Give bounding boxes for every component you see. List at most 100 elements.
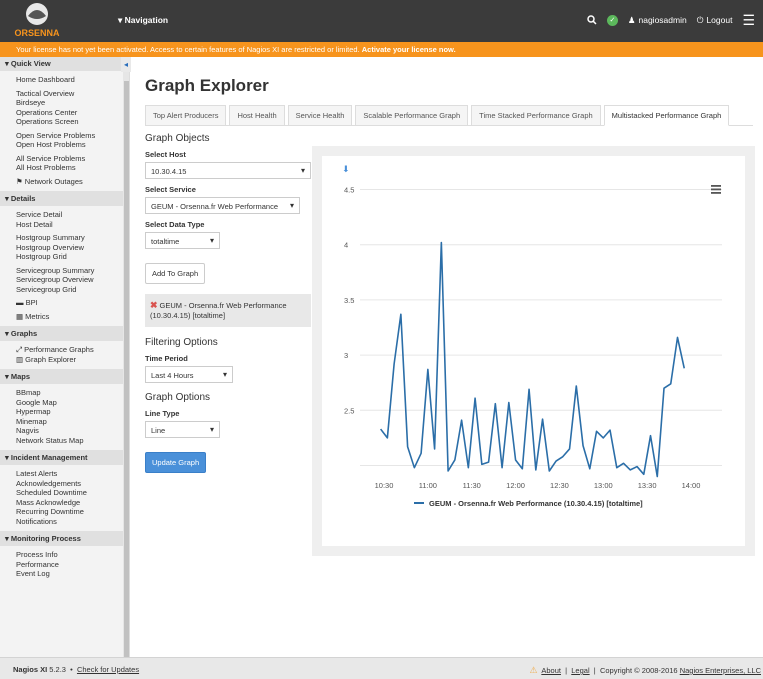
license-text: Your license has not yet been activated.…: [16, 45, 360, 54]
graph-options-panel: Graph Objects Select Host 10.30.4.15 Sel…: [145, 133, 315, 473]
sidebar-item[interactable]: Hypermap: [16, 407, 129, 417]
sidebar-item[interactable]: Host Detail: [16, 220, 129, 230]
sidebar-item[interactable]: Birdseye: [16, 98, 129, 108]
sidebar-section-label: Incident Management: [10, 453, 88, 462]
sidebar-item[interactable]: ▥ Graph Explorer: [16, 355, 129, 365]
sidebar-item[interactable]: Latest Alerts: [16, 469, 129, 479]
tab-multistacked-performance-graph[interactable]: Multistacked Performance Graph: [603, 105, 730, 126]
sidebar-item[interactable]: All Service Problems: [16, 154, 129, 164]
chart-menu-icon[interactable]: [711, 185, 721, 187]
select-host-dropdown[interactable]: 10.30.4.15: [145, 162, 311, 179]
x-tick-label: 10:30: [375, 481, 394, 490]
sidebar-section-quick-view[interactable]: ▾ Quick View: [0, 57, 123, 71]
sidebar-section-details[interactable]: ▾ Details: [0, 191, 123, 206]
navigation-toggle[interactable]: ▾ Navigation: [118, 15, 168, 26]
warning-icon[interactable]: ⚠: [530, 665, 538, 675]
sidebar-section-maps[interactable]: ▾ Maps: [0, 369, 123, 384]
chart-menu-icon[interactable]: [711, 192, 721, 194]
tab-time-stacked-performance-graph[interactable]: Time Stacked Performance Graph: [471, 105, 601, 125]
y-tick-label: 2.5: [344, 406, 354, 415]
sidebar-scrollbar-thumb[interactable]: [124, 81, 129, 657]
time-period-dropdown[interactable]: Last 4 Hours: [145, 366, 233, 383]
sidebar-item[interactable]: ▦ Metrics: [16, 312, 129, 322]
top-navbar: ORSENNA ▾ Navigation ✓ ♟ nagiosadmin ⏻ L…: [0, 0, 763, 42]
chart-panel: 2.5 3 3.5 4 4.5 10:30 11:00 11:30 12:00 12:30 13:0…: [312, 146, 755, 556]
sidebar-item[interactable]: Event Log: [16, 569, 129, 579]
sidebar-item[interactable]: ▬ BPI: [16, 298, 129, 308]
tab-bar: Top Alert Producers Host Health Service He…: [145, 105, 753, 126]
sidebar-item[interactable]: BBmap: [16, 388, 129, 398]
sidebar-item[interactable]: Process Info: [16, 550, 129, 560]
sidebar-item[interactable]: Nagvis: [16, 426, 129, 436]
sidebar-item[interactable]: Operations Screen: [16, 117, 129, 127]
sidebar-item[interactable]: Servicegroup Grid: [16, 285, 129, 295]
graph-options-heading: Graph Options: [145, 392, 211, 403]
sidebar-item[interactable]: Mass Acknowledge: [16, 498, 129, 508]
sidebar-item[interactable]: ⤢ Performance Graphs: [16, 345, 129, 355]
sidebar: ▾ Quick View Home Dashboard Tactical Overv…: [0, 57, 130, 657]
license-banner: Your license has not yet been activated.…: [0, 42, 763, 57]
sidebar-item[interactable]: Servicegroup Summary: [16, 266, 129, 276]
menu-icon[interactable]: ☰: [742, 13, 755, 27]
sidebar-item[interactable]: Tactical Overview: [16, 89, 129, 99]
sidebar-item[interactable]: Hostgroup Overview: [16, 243, 129, 253]
sidebar-item[interactable]: Servicegroup Overview: [16, 275, 129, 285]
sidebar-item[interactable]: Notifications: [16, 517, 129, 527]
sidebar-item[interactable]: Performance: [16, 560, 129, 570]
user-menu[interactable]: ♟ nagiosadmin: [628, 15, 687, 26]
sidebar-section-graphs[interactable]: ▾ Graphs: [0, 326, 123, 341]
sidebar-item[interactable]: Hostgroup Summary: [16, 233, 129, 243]
tab-top-alert-producers[interactable]: Top Alert Producers: [145, 105, 227, 125]
add-to-graph-button[interactable]: Add To Graph: [145, 263, 206, 284]
graph-item-label: GEUM - Orsenna.fr Web Performance (10.30…: [150, 301, 287, 320]
sidebar-item[interactable]: Google Map: [16, 398, 129, 408]
user-icon: ♟: [627, 14, 636, 25]
pin-icon[interactable]: ⬇: [342, 165, 350, 175]
sidebar-item[interactable]: All Host Problems: [16, 163, 129, 173]
search-icon[interactable]: [587, 15, 597, 25]
product-version: 5.2.3: [49, 665, 66, 674]
sidebar-item[interactable]: Minemap: [16, 417, 129, 427]
legal-link[interactable]: Legal: [571, 666, 589, 675]
chart-menu-icon[interactable]: [711, 188, 721, 191]
tab-host-health[interactable]: Host Health: [229, 105, 285, 125]
select-data-type-dropdown[interactable]: totaltime: [145, 232, 220, 249]
sidebar-item[interactable]: ⚑ Network Outages: [16, 177, 129, 187]
sidebar-section-incident-management[interactable]: ▾ Incident Management: [0, 450, 123, 465]
page-title: Graph Explorer: [145, 76, 269, 95]
sidebar-item[interactable]: Recurring Downtime: [16, 507, 129, 517]
sidebar-item[interactable]: Acknowledgements: [16, 479, 129, 489]
performance-chart: 2.5 3 3.5 4 4.5 10:30 11:00 11:30 12:00 12:30 13:0…: [342, 165, 722, 508]
sidebar-section-label: Quick View: [10, 59, 51, 68]
sidebar-item[interactable]: Scheduled Downtime: [16, 488, 129, 498]
tab-scalable-performance-graph[interactable]: Scalable Performance Graph: [355, 105, 469, 125]
check-for-updates-link[interactable]: Check for Updates: [77, 665, 139, 674]
logout-button[interactable]: ⏻ Logout: [697, 15, 733, 26]
sidebar-item[interactable]: Operations Center: [16, 108, 129, 118]
sidebar-section-label: Maps: [10, 372, 31, 381]
about-link[interactable]: About: [541, 666, 561, 675]
y-tick-label: 3: [344, 351, 348, 360]
remove-icon[interactable]: ✖: [150, 300, 158, 310]
select-service-dropdown[interactable]: GEUM - Orsenna.fr Web Performance: [145, 197, 300, 214]
sidebar-item[interactable]: Open Service Problems: [16, 131, 129, 141]
activate-license-link[interactable]: Activate your license now.: [362, 45, 456, 54]
tab-service-health[interactable]: Service Health: [287, 105, 353, 125]
y-tick-label: 4: [344, 241, 348, 250]
sidebar-item[interactable]: Network Status Map: [16, 436, 129, 446]
orsenna-logo[interactable]: ORSENNA: [6, 2, 68, 40]
sidebar-section-monitoring-process[interactable]: ▾ Monitoring Process: [0, 531, 123, 546]
y-tick-label: 4.5: [344, 186, 354, 195]
sidebar-item[interactable]: Home Dashboard: [16, 75, 129, 85]
sidebar-item[interactable]: Hostgroup Grid: [16, 252, 129, 262]
update-graph-button[interactable]: Update Graph: [145, 452, 207, 473]
select-service-label: Select Service: [145, 185, 196, 194]
status-ok-icon[interactable]: ✓: [606, 14, 618, 26]
company-link[interactable]: Nagios Enterprises, LLC: [680, 666, 761, 675]
sidebar-item[interactable]: Open Host Problems: [16, 140, 129, 150]
line-type-dropdown[interactable]: Line: [145, 421, 220, 438]
time-period-label: Time Period: [145, 354, 188, 363]
legend-label[interactable]: GEUM - Orsenna.fr Web Performance (10.30…: [429, 499, 643, 508]
footer: Nagios XI 5.2.3 • Check for Updates ⚠ Ab…: [0, 657, 763, 679]
sidebar-item[interactable]: Service Detail: [16, 210, 129, 220]
